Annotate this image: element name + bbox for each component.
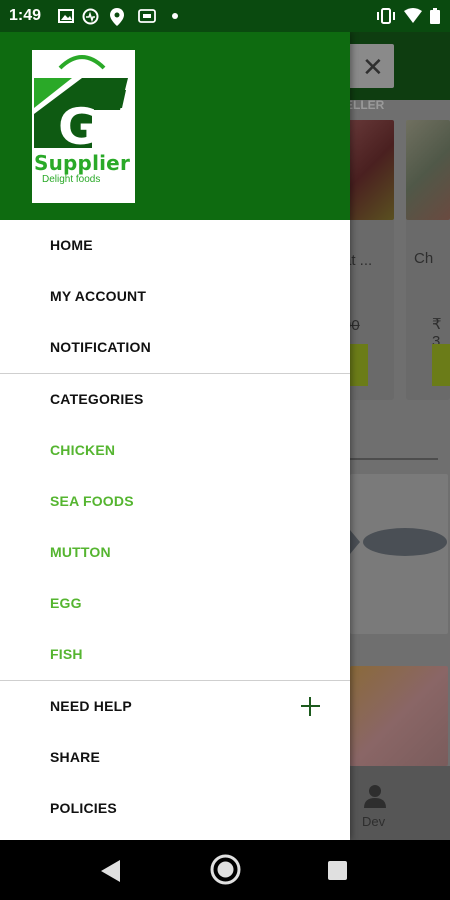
- logo-tagline: Delight foods: [42, 174, 101, 185]
- logo-letter: G: [58, 98, 99, 155]
- bg-chicken-banner: [350, 666, 448, 766]
- drawer-main-menu: HOME MY ACCOUNT NOTIFICATION: [0, 220, 350, 373]
- drawer-footer-menu: NEED HELP SHARE POLICIES: [0, 681, 350, 834]
- category-item-fish[interactable]: FISH: [0, 629, 350, 680]
- app-notification-icon: [138, 9, 156, 23]
- menu-item-need-help-label: NEED HELP: [50, 698, 132, 714]
- bg-close-icon: ✕: [362, 52, 384, 82]
- activity-notification-icon: [82, 8, 99, 25]
- menu-item-home[interactable]: HOME: [0, 220, 350, 271]
- vibrate-icon: [377, 8, 395, 24]
- drawer-categories-menu: CATEGORIES CHICKEN SEA FOODS MUTTON EGG …: [0, 374, 350, 680]
- menu-item-policies[interactable]: POLICIES: [0, 783, 350, 834]
- status-time: 1:49: [9, 7, 42, 24]
- location-notification-icon: [110, 8, 124, 26]
- bg-fish-image: [350, 528, 447, 556]
- menu-item-share[interactable]: SHARE: [0, 732, 350, 783]
- image-notification-icon: [58, 9, 74, 23]
- more-notifications-dot-icon: [172, 13, 178, 19]
- bg-section-label: ELLER: [345, 98, 385, 112]
- recents-icon[interactable]: [328, 861, 347, 880]
- home-icon[interactable]: [210, 854, 241, 885]
- category-item-egg[interactable]: EGG: [0, 578, 350, 629]
- bg-product-title: Ch: [414, 250, 434, 267]
- bg-product-image: [406, 120, 450, 220]
- category-item-mutton[interactable]: MUTTON: [0, 527, 350, 578]
- brand-logo: G Supplier Delight foods: [32, 50, 135, 203]
- menu-item-my-account[interactable]: MY ACCOUNT: [0, 271, 350, 322]
- bg-divider: [350, 458, 438, 460]
- system-navigation-bar: [0, 840, 450, 900]
- expand-plus-icon[interactable]: [301, 697, 320, 716]
- navigation-drawer: G Supplier Delight foods HOME MY ACCOUNT…: [0, 32, 350, 840]
- menu-item-notification[interactable]: NOTIFICATION: [0, 322, 350, 373]
- categories-header: CATEGORIES: [50, 391, 144, 407]
- back-icon[interactable]: [101, 860, 121, 882]
- bg-add-button: [432, 344, 450, 386]
- battery-icon: [430, 8, 440, 24]
- bg-bottom-nav-label: Dev: [362, 814, 386, 829]
- wifi-icon: [404, 8, 422, 23]
- bg-profile-icon: [364, 785, 386, 808]
- logo-brand-text: Supplier: [34, 151, 131, 175]
- logo-graphic: G: [34, 55, 128, 155]
- menu-item-need-help[interactable]: NEED HELP: [0, 681, 350, 732]
- drawer-header: G Supplier Delight foods: [0, 32, 350, 220]
- status-bar: 1:49: [0, 0, 450, 32]
- category-item-chicken[interactable]: CHICKEN: [0, 425, 350, 476]
- category-item-sea-foods[interactable]: SEA FOODS: [0, 476, 350, 527]
